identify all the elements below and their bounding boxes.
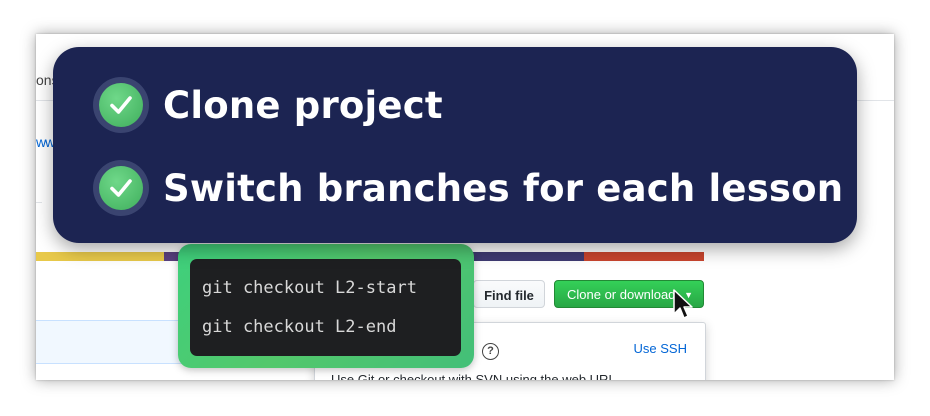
checklist-item-label: Switch branches for each lesson xyxy=(163,166,844,210)
clone-description: Use Git or checkout with SVN using the w… xyxy=(331,372,620,380)
video-frame: ons ww Find file Clone or download ▼ s ?… xyxy=(0,0,930,416)
terminal-card: git checkout L2-start git checkout L2-en… xyxy=(178,244,474,368)
clone-button-label: Clone or download xyxy=(567,287,676,302)
checklist-item-clone-project: Clone project xyxy=(93,76,443,134)
language-bar-segment-html xyxy=(584,252,704,261)
repo-summary-box xyxy=(36,202,42,243)
checklist-item-label: Clone project xyxy=(163,83,443,127)
use-ssh-link[interactable]: Use SSH xyxy=(634,341,687,356)
check-circle-icon xyxy=(93,77,149,133)
check-circle-icon xyxy=(93,160,149,216)
checklist-panel: Clone project Switch branches for each l… xyxy=(53,47,857,243)
terminal-line: git checkout L2-end xyxy=(202,317,397,337)
branch-info-box xyxy=(36,320,182,364)
checklist-item-switch-branches: Switch branches for each lesson xyxy=(93,159,843,217)
terminal-line: git checkout L2-start xyxy=(202,278,417,298)
mouse-pointer-icon xyxy=(673,289,693,319)
terminal-window: git checkout L2-start git checkout L2-en… xyxy=(190,259,461,356)
repo-website-link-fragment[interactable]: ww xyxy=(36,134,55,150)
language-bar-segment-js xyxy=(36,252,164,261)
help-icon[interactable]: ? xyxy=(482,343,499,360)
find-file-button[interactable]: Find file xyxy=(473,280,545,308)
